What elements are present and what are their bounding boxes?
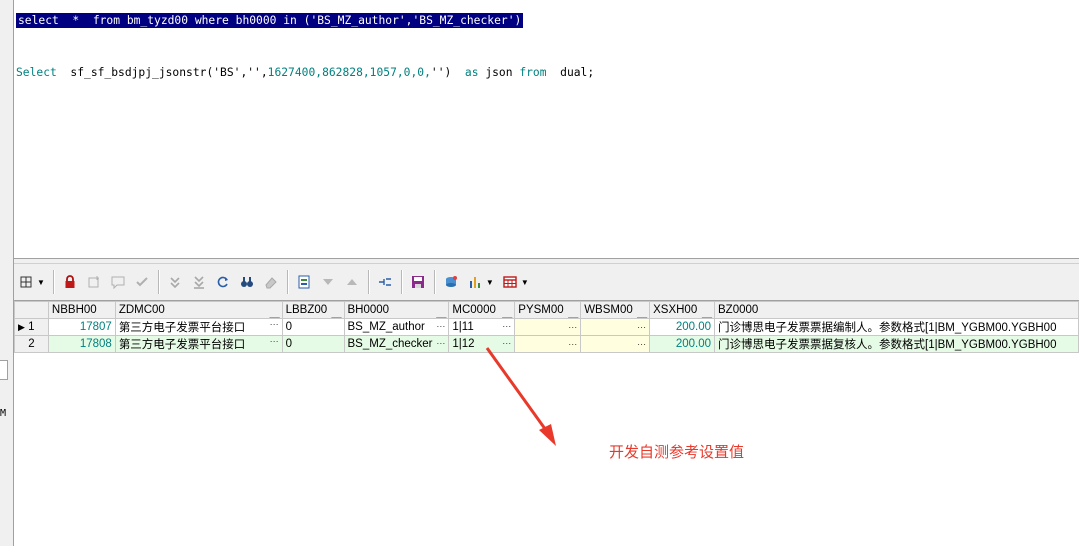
cell-wbsm00[interactable]: ··· bbox=[580, 335, 651, 353]
cell-nbbh00[interactable]: 17808 bbox=[47, 335, 116, 353]
left-panel-edge bbox=[0, 0, 14, 546]
result-table: NBBH00 ZDMC00 __ LBBZ00 __ BH0000 __ MC0000… bbox=[14, 301, 1079, 353]
grid-options-icon[interactable] bbox=[15, 271, 37, 293]
edit-comment-icon[interactable] bbox=[107, 271, 129, 293]
grid-options-dropdown-icon[interactable]: ▼ bbox=[37, 278, 45, 287]
col-header-wbsm00[interactable]: WBSM00 __ bbox=[580, 301, 651, 319]
result-grid[interactable]: NBBH00 ZDMC00 __ LBBZ00 __ BH0000 __ MC0000… bbox=[14, 300, 1079, 547]
filter-up-icon[interactable] bbox=[341, 271, 363, 293]
move-last-icon[interactable] bbox=[188, 271, 210, 293]
sql-keyword-select: Select bbox=[16, 66, 57, 79]
cell-zdmc00[interactable]: ··· 第三方电子发票平台接口 bbox=[114, 318, 283, 336]
cell-mc0000[interactable]: ··· 1|11 bbox=[448, 318, 516, 336]
col-header-lbbz00[interactable]: LBBZ00 __ bbox=[281, 301, 345, 319]
col-header-bh0000[interactable]: BH0000 __ bbox=[343, 301, 450, 319]
table-dropdown-icon[interactable]: ▼ bbox=[521, 278, 529, 287]
cell-bh0000[interactable]: ··· BS_MZ_checker bbox=[343, 335, 450, 353]
cell-lbbz00[interactable]: 0 bbox=[281, 318, 345, 336]
sql-table-dual: dual; bbox=[546, 66, 595, 79]
move-down-icon[interactable] bbox=[164, 271, 186, 293]
table-row[interactable]: 2 17808 ··· 第三方电子发票平台接口 0 ··· BS_MZ_checke… bbox=[14, 335, 1079, 353]
cell-bz0000[interactable]: 门诊博思电子发票票据复核人。参数格式[1|BM_YGBM00.YGBH00 bbox=[714, 335, 1079, 353]
col-header-mc0000[interactable]: MC0000 __ bbox=[448, 301, 516, 319]
col-header-xsxh00[interactable]: XSXH00 __ bbox=[649, 301, 716, 319]
col-header-zdmc00[interactable]: ZDMC00 __ bbox=[114, 301, 283, 319]
left-panel-letter: M bbox=[0, 408, 7, 419]
clear-icon[interactable] bbox=[260, 271, 282, 293]
chart-dropdown-icon[interactable]: ▼ bbox=[486, 278, 494, 287]
sql-keyword-as: as bbox=[464, 66, 479, 79]
toolbar-separator bbox=[157, 270, 159, 294]
sql-function-call: sf_sf_bsdjpj_jsonstr('BS','', bbox=[56, 66, 268, 79]
lock-icon[interactable] bbox=[59, 271, 81, 293]
row-indicator[interactable]: ▶ 1 bbox=[14, 318, 49, 336]
save-icon[interactable] bbox=[407, 271, 429, 293]
sql-statement-2[interactable]: Select sf_sf_bsdjpj_jsonstr('BS','',1627… bbox=[16, 65, 594, 80]
sql-string-arg: '') bbox=[430, 66, 452, 79]
cell-zdmc00[interactable]: ··· 第三方电子发票平台接口 bbox=[114, 335, 283, 353]
toolbar-separator bbox=[52, 270, 54, 294]
table-icon[interactable] bbox=[499, 271, 521, 293]
cell-pysm00[interactable]: ··· bbox=[514, 335, 582, 353]
left-panel-scrap bbox=[0, 360, 8, 380]
toolbar-separator bbox=[400, 270, 402, 294]
insert-record-icon[interactable] bbox=[83, 271, 105, 293]
query-icon[interactable] bbox=[440, 271, 462, 293]
table-row[interactable]: ▶ 1 17807 ··· 第三方电子发票平台接口 0 ··· BS_MZ_auth… bbox=[14, 318, 1079, 336]
grid-header-row: NBBH00 ZDMC00 __ LBBZ00 __ BH0000 __ MC0000… bbox=[14, 301, 1079, 319]
toolbar-separator bbox=[433, 270, 435, 294]
grid-toolbar: ▼ ▼ ▼ bbox=[14, 264, 1079, 300]
toolbar-separator bbox=[367, 270, 369, 294]
sql-editor[interactable]: select * from bm_tyzd00 where bh0000 in … bbox=[14, 0, 1079, 259]
sql-keyword-from: from bbox=[519, 66, 547, 79]
cell-xsxh00[interactable]: 200.00 bbox=[649, 318, 716, 336]
cell-bz0000[interactable]: 门诊博思电子发票票据编制人。参数格式[1|BM_YGBM00.YGBH00 bbox=[714, 318, 1079, 336]
chart-icon[interactable] bbox=[464, 271, 486, 293]
sql-alias: json bbox=[478, 66, 520, 79]
connect-icon[interactable] bbox=[374, 271, 396, 293]
cell-xsxh00[interactable]: 200.00 bbox=[649, 335, 716, 353]
annotation-text: 开发自测参考设置值 bbox=[609, 443, 745, 461]
row-indicator-header bbox=[14, 301, 49, 319]
col-header-nbbh00[interactable]: NBBH00 bbox=[47, 301, 116, 319]
col-header-pysm00[interactable]: PYSM00 __ bbox=[514, 301, 582, 319]
refresh-icon[interactable] bbox=[212, 271, 234, 293]
cell-lbbz00[interactable]: 0 bbox=[281, 335, 345, 353]
toolbar-separator bbox=[286, 270, 288, 294]
cell-pysm00[interactable]: ··· bbox=[514, 318, 582, 336]
cell-wbsm00[interactable]: ··· bbox=[580, 318, 651, 336]
find-icon[interactable] bbox=[236, 271, 258, 293]
cell-nbbh00[interactable]: 17807 bbox=[47, 318, 116, 336]
post-check-icon[interactable] bbox=[131, 271, 153, 293]
sql-numeric-args: 1627400,862828,1057,0,0, bbox=[267, 66, 431, 79]
col-header-bz0000[interactable]: BZ0000 bbox=[714, 301, 1079, 319]
cell-mc0000[interactable]: ··· 1|12 bbox=[448, 335, 516, 353]
export-icon[interactable] bbox=[293, 271, 315, 293]
row-indicator[interactable]: 2 bbox=[14, 335, 49, 353]
sql-selected-statement[interactable]: select * from bm_tyzd00 where bh0000 in … bbox=[16, 13, 524, 28]
filter-down-icon[interactable] bbox=[317, 271, 339, 293]
cell-bh0000[interactable]: ··· BS_MZ_author bbox=[343, 318, 450, 336]
